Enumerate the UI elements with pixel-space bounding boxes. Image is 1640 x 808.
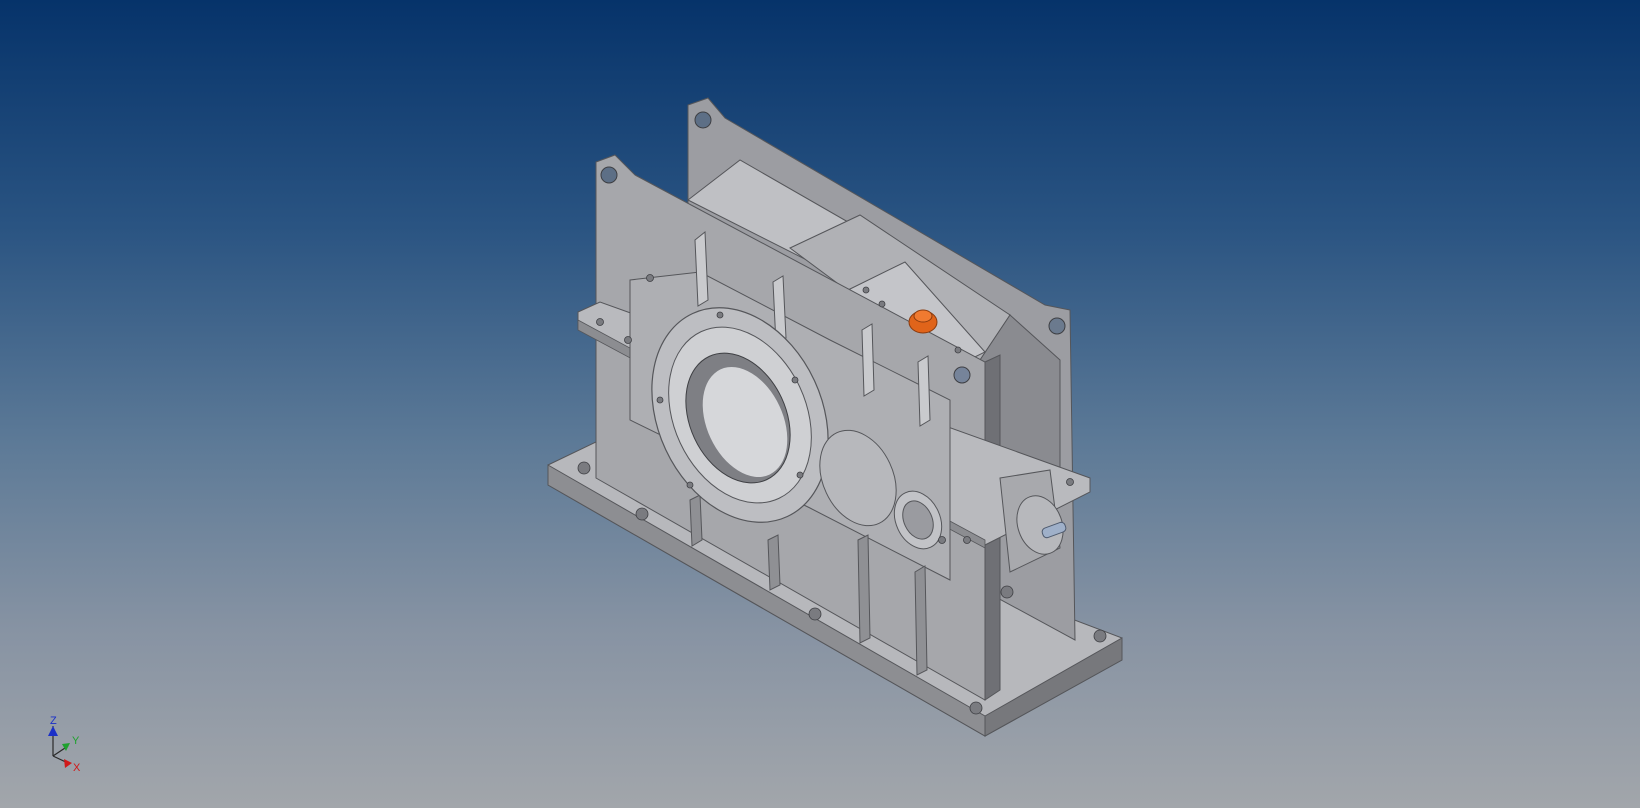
y-axis-label: Y xyxy=(72,735,80,747)
x-axis-label: X xyxy=(73,762,81,774)
z-axis-arrow-icon xyxy=(48,726,58,736)
gearbox-model[interactable] xyxy=(0,0,1640,808)
axis-triad[interactable]: Z Y X xyxy=(38,714,98,780)
z-axis-label: Z xyxy=(50,715,57,727)
graphics-viewport[interactable]: Z Y X xyxy=(0,0,1640,808)
x-axis-arrow-icon xyxy=(64,759,72,768)
